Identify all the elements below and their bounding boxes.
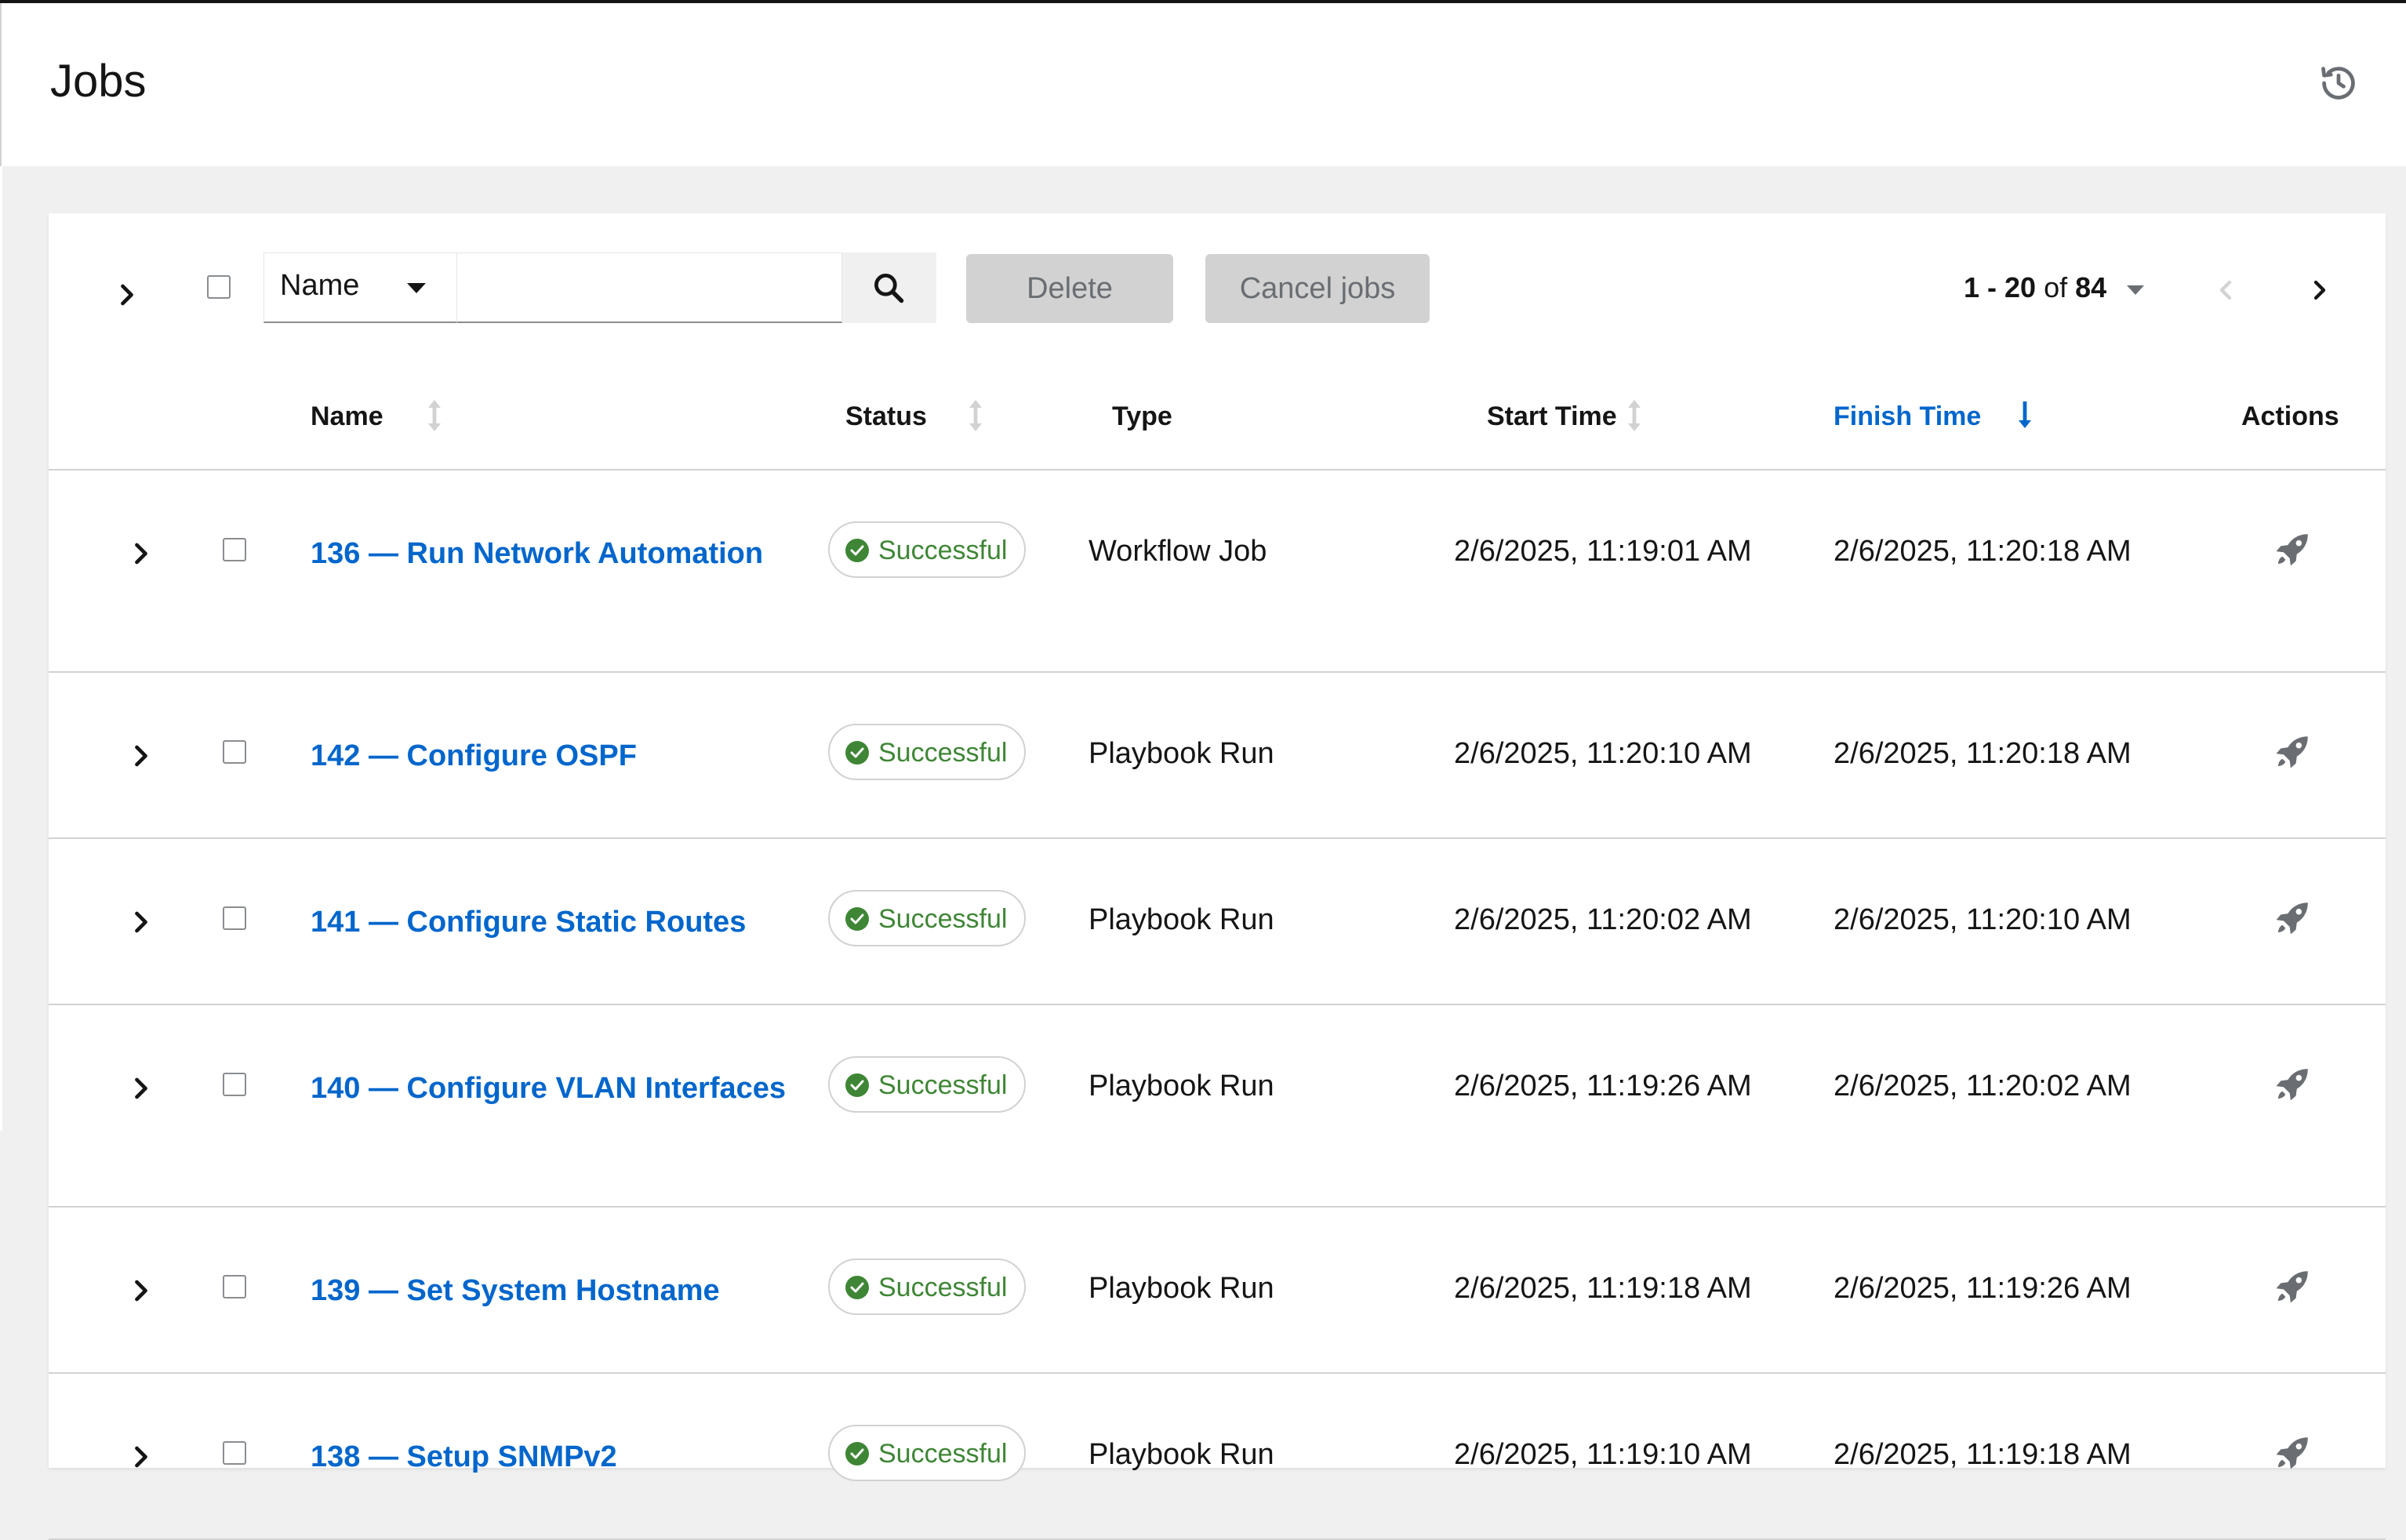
status-text: Successful — [878, 1439, 1008, 1469]
sort-icon[interactable] — [425, 398, 444, 433]
delete-button[interactable]: Delete — [966, 254, 1173, 323]
job-finish-time: 2/6/2025, 11:20:18 AM — [1834, 535, 2132, 568]
status-text: Successful — [878, 738, 1008, 768]
status-text: Successful — [878, 904, 1008, 934]
job-start-time: 2/6/2025, 11:19:01 AM — [1454, 535, 1752, 568]
job-name-link[interactable]: 136 — Run Network Automation — [311, 530, 789, 577]
job-start-time: 2/6/2025, 11:19:18 AM — [1454, 1272, 1752, 1305]
check-circle-icon — [845, 1442, 869, 1466]
column-header-name[interactable]: Name — [311, 401, 383, 432]
column-header-start-time[interactable]: Start Time — [1487, 401, 1617, 432]
expand-all-chevron-icon[interactable] — [110, 278, 144, 312]
status-badge: Successful — [828, 1056, 1026, 1113]
page-header: Jobs — [0, 3, 2406, 166]
previous-page-icon[interactable] — [2210, 274, 2241, 306]
table-row: 136 — Run Network Automation Successful … — [49, 470, 2386, 673]
filter-attribute-label: Name — [280, 269, 360, 302]
sort-icon[interactable] — [1625, 398, 1644, 433]
left-rule — [0, 166, 2, 1131]
next-page-icon[interactable] — [2304, 274, 2335, 306]
job-name-link[interactable]: 140 — Configure VLAN Interfaces — [311, 1065, 789, 1112]
pagination-range: 1 - 20 — [1964, 271, 2037, 303]
rocket-icon[interactable] — [2273, 530, 2312, 569]
check-circle-icon — [845, 1073, 869, 1097]
job-finish-time: 2/6/2025, 11:20:18 AM — [1834, 737, 2132, 770]
job-name-link[interactable]: 142 — Configure OSPF — [311, 732, 789, 779]
pagination-of: of — [2044, 271, 2068, 303]
job-start-time: 2/6/2025, 11:20:02 AM — [1454, 903, 1752, 936]
job-finish-time: 2/6/2025, 11:19:18 AM — [1834, 1438, 2132, 1471]
status-badge: Successful — [828, 1425, 1026, 1481]
table-row: 142 — Configure OSPF Successful Playbook… — [49, 673, 2386, 839]
rocket-icon[interactable] — [2273, 899, 2312, 938]
search-input[interactable] — [456, 252, 842, 323]
check-circle-icon — [845, 907, 869, 931]
job-type: Playbook Run — [1089, 1438, 1274, 1471]
table-row: 140 — Configure VLAN Interfaces Successf… — [49, 1005, 2386, 1208]
status-text: Successful — [878, 536, 1008, 565]
job-type: Workflow Job — [1089, 535, 1267, 568]
job-start-time: 2/6/2025, 11:19:10 AM — [1454, 1438, 1752, 1471]
job-finish-time: 2/6/2025, 11:20:02 AM — [1834, 1070, 2132, 1102]
check-circle-icon — [845, 741, 869, 765]
rocket-icon[interactable] — [2273, 732, 2312, 772]
job-finish-time: 2/6/2025, 11:19:26 AM — [1834, 1272, 2132, 1305]
row-expand-chevron-icon[interactable] — [124, 1440, 158, 1474]
status-text: Successful — [878, 1273, 1008, 1302]
row-checkbox[interactable] — [223, 1073, 246, 1096]
row-expand-chevron-icon[interactable] — [124, 739, 158, 773]
sort-icon[interactable] — [966, 398, 985, 433]
job-start-time: 2/6/2025, 11:19:26 AM — [1454, 1070, 1752, 1102]
job-type: Playbook Run — [1089, 1070, 1274, 1102]
status-badge: Successful — [828, 521, 1026, 578]
pagination-caret-icon[interactable] — [2127, 285, 2144, 295]
table-row: 139 — Set System Hostname Successful Pla… — [49, 1208, 2386, 1374]
job-finish-time: 2/6/2025, 11:20:10 AM — [1834, 903, 2132, 936]
column-header-status[interactable]: Status — [845, 401, 927, 432]
rocket-icon[interactable] — [2273, 1267, 2312, 1306]
select-all-checkbox[interactable] — [207, 275, 231, 299]
row-expand-chevron-icon[interactable] — [124, 1273, 158, 1308]
row-checkbox[interactable] — [223, 538, 246, 561]
job-name-link[interactable]: 141 — Configure Static Routes — [311, 899, 789, 946]
filter-attribute-select[interactable]: Name — [263, 252, 458, 323]
page-title: Jobs — [50, 56, 147, 107]
pagination-toggle[interactable]: 1 - 20 of 84 — [1964, 271, 2106, 304]
check-circle-icon — [845, 539, 869, 562]
table-row: 138 — Setup SNMPv2 Successful Playbook R… — [49, 1374, 2386, 1540]
status-badge: Successful — [828, 1259, 1026, 1315]
job-name-link[interactable]: 138 — Setup SNMPv2 — [311, 1433, 789, 1480]
column-header-type: Type — [1112, 401, 1172, 431]
row-expand-chevron-icon[interactable] — [124, 1071, 158, 1106]
status-badge: Successful — [828, 724, 1026, 780]
status-badge: Successful — [828, 890, 1026, 946]
check-circle-icon — [845, 1276, 869, 1299]
job-type: Playbook Run — [1089, 1272, 1274, 1305]
cancel-jobs-button[interactable]: Cancel jobs — [1205, 254, 1430, 323]
history-icon[interactable] — [2318, 63, 2359, 104]
row-checkbox[interactable] — [223, 906, 246, 930]
job-type: Playbook Run — [1089, 737, 1274, 770]
search-button[interactable] — [842, 252, 936, 323]
row-expand-chevron-icon[interactable] — [124, 536, 158, 571]
rocket-icon[interactable] — [2273, 1433, 2312, 1473]
table-row: 141 — Configure Static Routes Successful… — [49, 839, 2386, 1005]
sort-descending-icon[interactable] — [2015, 398, 2034, 433]
row-checkbox[interactable] — [223, 1275, 246, 1298]
column-header-actions: Actions — [2241, 401, 2339, 431]
caret-down-icon — [407, 283, 426, 293]
job-type: Playbook Run — [1089, 903, 1274, 936]
job-name-link[interactable]: 139 — Set System Hostname — [311, 1267, 789, 1314]
job-start-time: 2/6/2025, 11:20:10 AM — [1454, 737, 1752, 770]
search-icon — [874, 274, 904, 303]
pagination-total: 84 — [2075, 271, 2107, 303]
row-expand-chevron-icon[interactable] — [124, 905, 158, 939]
status-text: Successful — [878, 1070, 1008, 1100]
column-header-finish-time[interactable]: Finish Time — [1834, 401, 1981, 432]
jobs-list-card: Name Delete Cancel jobs 1 - 20 of 84 Nam… — [49, 213, 2386, 1540]
rocket-icon[interactable] — [2273, 1065, 2312, 1104]
row-checkbox[interactable] — [223, 740, 246, 764]
